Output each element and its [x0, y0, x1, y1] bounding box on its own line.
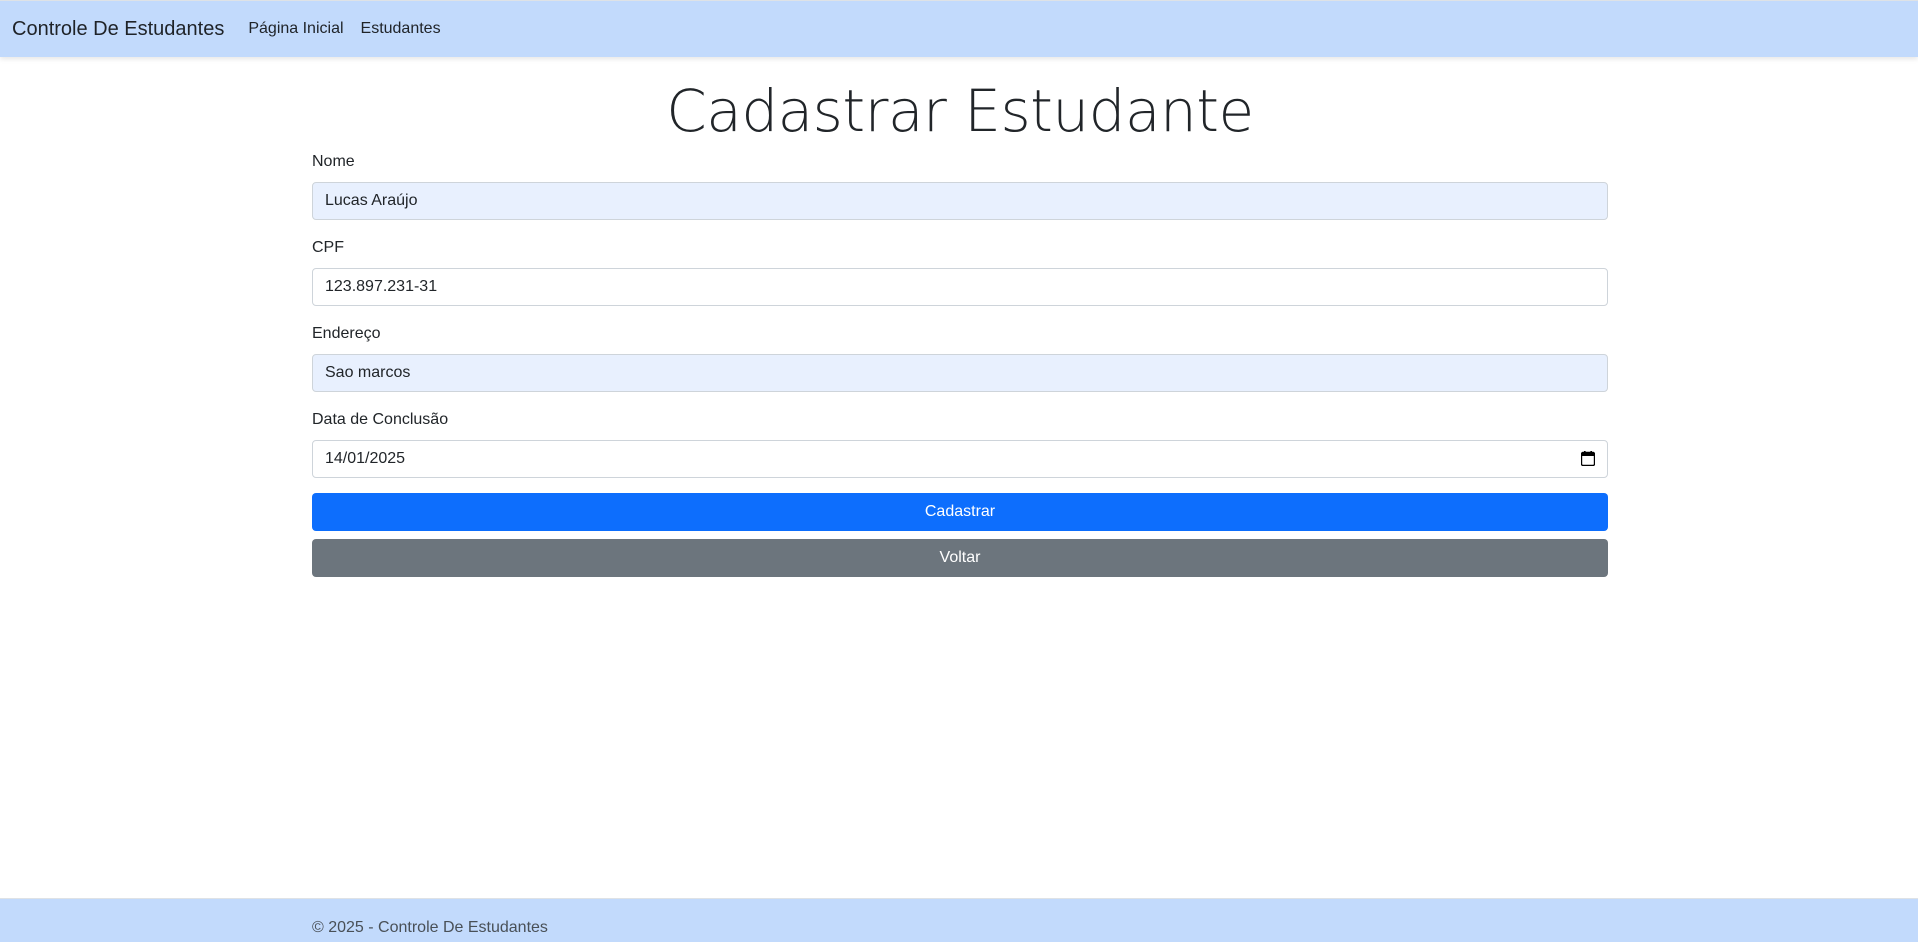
nav-link-pagina-inicial[interactable]: Página Inicial — [248, 20, 343, 38]
top-navbar: Controle De Estudantes Página Inicial Es… — [0, 0, 1918, 57]
data-conclusao-group: Data de Conclusão — [312, 410, 1608, 478]
endereco-input[interactable] — [312, 354, 1608, 392]
main-content: Cadastrar Estudante Nome CPF Endereço Da… — [312, 57, 1608, 577]
data-conclusao-label: Data de Conclusão — [312, 411, 449, 428]
cpf-label: CPF — [312, 239, 344, 256]
cadastrar-button[interactable]: Cadastrar — [312, 493, 1608, 531]
nav-link-estudantes[interactable]: Estudantes — [361, 20, 441, 38]
footer: © 2025 - Controle De Estudantes — [0, 898, 1918, 942]
page-title: Cadastrar Estudante — [666, 77, 1254, 145]
date-field-wrapper — [312, 440, 1608, 478]
endereco-label: Endereço — [312, 325, 381, 342]
calendar-icon[interactable] — [1580, 451, 1596, 467]
nome-input[interactable] — [312, 182, 1608, 220]
navbar-brand[interactable]: Controle De Estudantes — [12, 18, 224, 41]
footer-copyright: © 2025 - Controle De Estudantes — [312, 919, 548, 936]
nome-label: Nome — [312, 153, 355, 170]
voltar-button[interactable]: Voltar — [312, 539, 1608, 577]
data-conclusao-input[interactable] — [312, 440, 1608, 478]
endereco-group: Endereço — [312, 324, 1608, 392]
nome-group: Nome — [312, 152, 1608, 220]
cpf-input[interactable] — [312, 268, 1608, 306]
cpf-group: CPF — [312, 238, 1608, 306]
